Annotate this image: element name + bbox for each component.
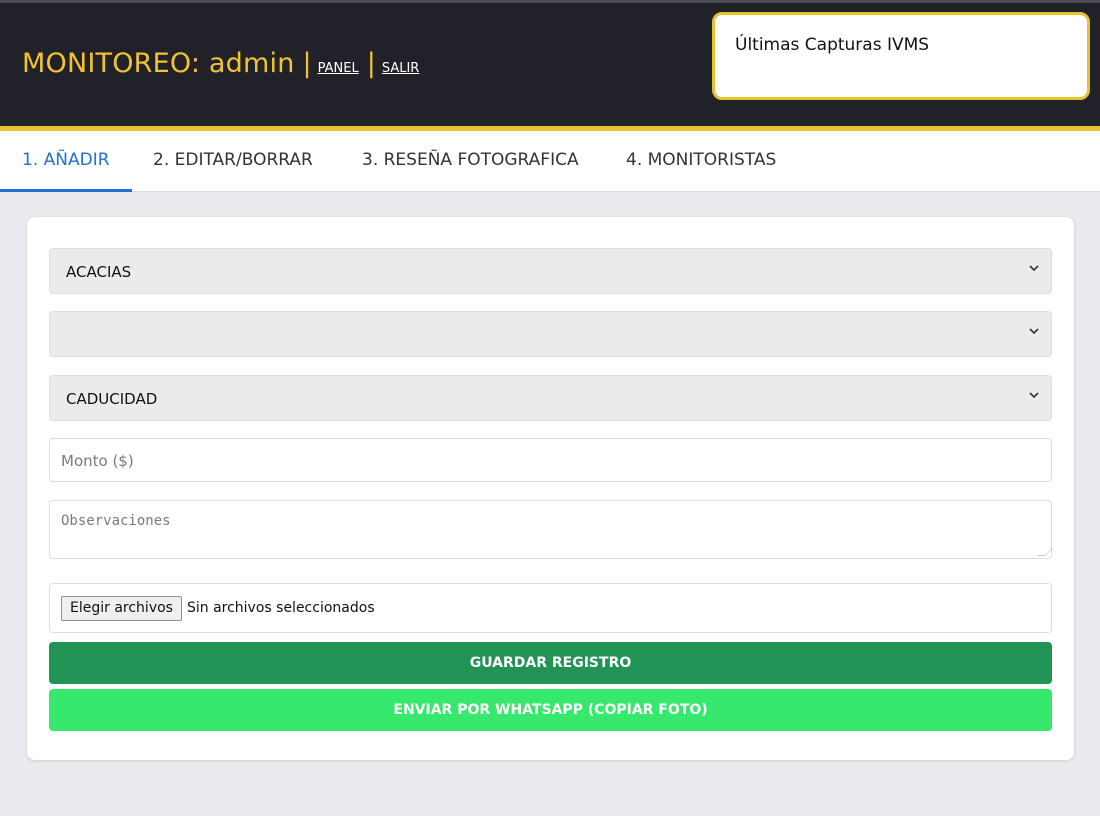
file-upload-field: Elegir archivos Sin archivos seleccionad…: [49, 583, 1052, 633]
file-status-text: Sin archivos seleccionados: [186, 600, 375, 616]
chevron-down-icon: [1029, 328, 1039, 335]
latest-captures-title: Últimas Capturas IVMS: [735, 35, 930, 55]
logout-link[interactable]: SALIR: [382, 61, 420, 76]
header-separator: |: [302, 48, 312, 79]
type-select[interactable]: CADUCIDAD: [49, 375, 1052, 421]
secondary-select[interactable]: [49, 311, 1052, 357]
amount-placeholder: Monto ($): [61, 452, 134, 470]
panel-link[interactable]: PANEL: [318, 61, 359, 76]
tab-monitors[interactable]: 4. MONITORISTAS: [626, 131, 776, 192]
tab-photo-review[interactable]: 3. RESEÑA FOTOGRAFICA: [362, 131, 579, 192]
form-card: ACACIAS CADUCIDAD Monto ($) Observacione…: [27, 217, 1074, 760]
brand-bar: MONITOREO: admin | PANEL | SALIR: [22, 48, 419, 79]
choose-files-button[interactable]: Elegir archivos: [61, 596, 182, 621]
resize-handle-icon[interactable]: [1037, 548, 1053, 556]
top-header: MONITOREO: admin | PANEL | SALIR Últimas…: [0, 0, 1100, 131]
notes-placeholder: Observaciones: [61, 513, 171, 529]
send-whatsapp-button[interactable]: ENVIAR POR WHATSAPP (COPIAR FOTO): [49, 689, 1052, 731]
header-separator: |: [366, 48, 376, 79]
notes-textarea[interactable]: Observaciones: [49, 500, 1053, 559]
type-select-value: CADUCIDAD: [66, 390, 158, 408]
tab-edit-delete[interactable]: 2. EDITAR/BORRAR: [153, 131, 313, 192]
page-title: MONITOREO: admin: [22, 48, 295, 79]
latest-captures-panel[interactable]: Últimas Capturas IVMS: [712, 12, 1090, 100]
location-select-value: ACACIAS: [66, 263, 132, 281]
location-select[interactable]: ACACIAS: [49, 248, 1052, 294]
amount-input[interactable]: Monto ($): [49, 438, 1052, 482]
tab-add[interactable]: 1. AÑADIR: [0, 131, 132, 192]
chevron-down-icon: [1029, 392, 1039, 399]
chevron-down-icon: [1029, 265, 1039, 272]
save-record-button[interactable]: GUARDAR REGISTRO: [49, 642, 1052, 684]
tab-bar: 1. AÑADIR 2. EDITAR/BORRAR 3. RESEÑA FOT…: [0, 131, 1100, 192]
